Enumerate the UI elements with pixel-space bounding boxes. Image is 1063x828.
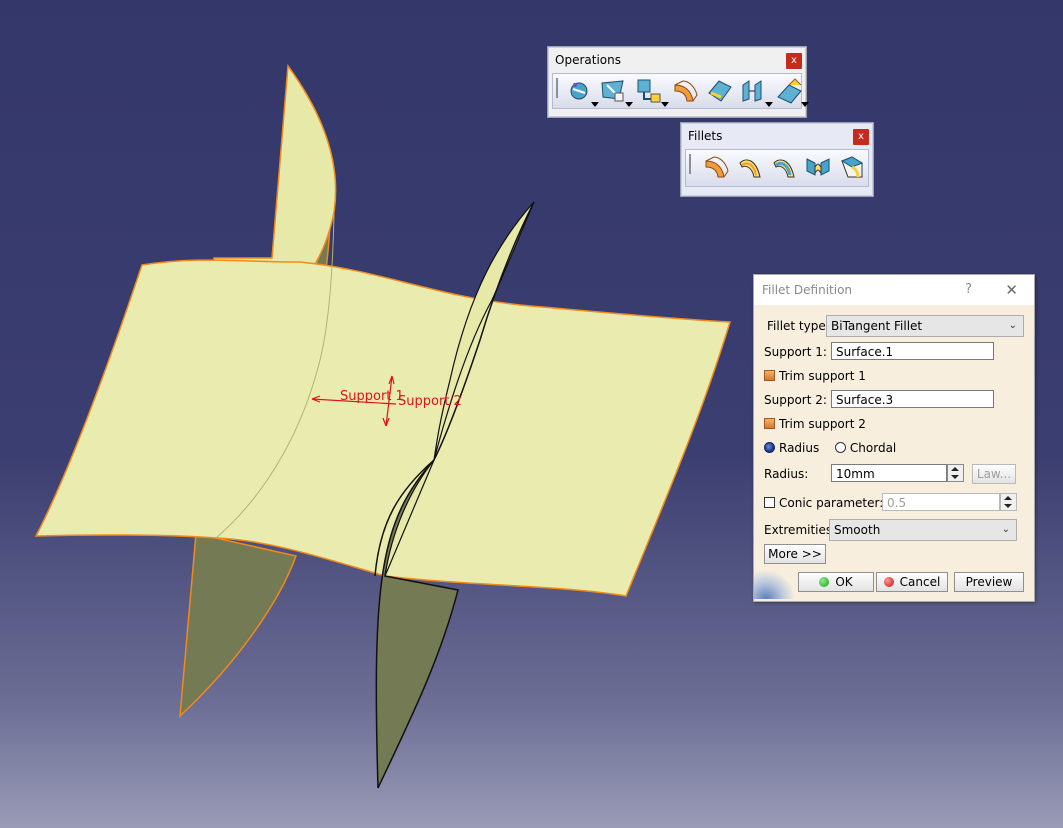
- join-healing-icon[interactable]: [565, 77, 599, 107]
- face-face-fillet-icon[interactable]: [804, 153, 832, 181]
- surface-1[interactable]: [34, 259, 731, 597]
- fillet-type-label: Fillet type:: [767, 319, 830, 333]
- checkbox-checked-icon[interactable]: [764, 418, 775, 429]
- cancel-button[interactable]: Cancel: [876, 572, 948, 592]
- support1-label: Support 1:: [764, 345, 827, 359]
- trim-support1-checkbox[interactable]: Trim support 1: [764, 369, 866, 383]
- radius-radio[interactable]: [764, 442, 775, 453]
- extract-icon[interactable]: [635, 77, 669, 107]
- conic-label: Conic parameter:: [779, 496, 884, 510]
- ok-label: OK: [835, 575, 853, 589]
- translate-icon[interactable]: [739, 77, 773, 107]
- support-1-label: Support 1: [340, 389, 404, 404]
- dialog-logo: [754, 569, 794, 599]
- dialog-title: Fillet Definition: [762, 283, 853, 297]
- operations-toolbar-body: [552, 73, 809, 109]
- radius-stepper[interactable]: [947, 464, 964, 482]
- help-button[interactable]: ?: [965, 275, 972, 305]
- checkbox-checked-icon[interactable]: [764, 370, 775, 381]
- close-icon[interactable]: ✕: [1005, 275, 1018, 305]
- fillet-type-select[interactable]: BiTangent Fillet ⌄: [826, 315, 1024, 337]
- support2-label: Support 2:: [764, 393, 827, 407]
- cancel-label: Cancel: [899, 575, 941, 589]
- cancel-icon: [883, 577, 894, 587]
- conic-checkbox[interactable]: Conic parameter:: [764, 496, 883, 510]
- radius-label: Radius:: [764, 467, 809, 481]
- chordal-radio[interactable]: [834, 442, 846, 453]
- edge-fillet-icon[interactable]: [705, 77, 733, 105]
- operations-title-text: Operations: [555, 53, 621, 67]
- radius-option-label[interactable]: Radius: [779, 441, 819, 455]
- extrapolate-icon[interactable]: [775, 77, 809, 107]
- shape-fillet-icon[interactable]: [702, 153, 730, 181]
- conic-field[interactable]: 0.5: [882, 493, 1000, 511]
- radius-chordal-options: Radius Chordal: [764, 441, 896, 455]
- trim-support1-label: Trim support 1: [779, 369, 866, 383]
- ok-button[interactable]: OK: [798, 572, 874, 592]
- extremities-value: Smooth: [834, 523, 881, 537]
- fillet-definition-dialog[interactable]: Fillet Definition ? ✕ Fillet type: BiTan…: [753, 274, 1035, 602]
- operations-close-button[interactable]: x: [786, 53, 802, 69]
- fillets-toolbar-title[interactable]: Fillets x: [681, 123, 873, 149]
- trim-support2-checkbox[interactable]: Trim support 2: [764, 417, 866, 431]
- checkbox-unchecked-icon[interactable]: [764, 497, 775, 508]
- fillets-title-text: Fillets: [688, 129, 723, 143]
- law-button[interactable]: Law...: [972, 464, 1016, 484]
- extremities-label: Extremities:: [764, 523, 837, 537]
- preview-button[interactable]: Preview: [954, 572, 1024, 592]
- chevron-down-icon: ⌄: [1001, 524, 1010, 535]
- fillets-toolbar[interactable]: Fillets x: [680, 122, 874, 197]
- fillet-type-value: BiTangent Fillet: [831, 319, 923, 333]
- tritangent-fillet-icon[interactable]: [838, 153, 866, 181]
- dialog-title-bar[interactable]: Fillet Definition ? ✕: [754, 275, 1034, 305]
- support1-field[interactable]: Surface.1: [831, 342, 994, 360]
- radius-field[interactable]: 10mm: [831, 464, 947, 482]
- chevron-down-icon: ⌄: [1008, 320, 1017, 331]
- chordal-option-label[interactable]: Chordal: [850, 441, 896, 455]
- toolbar-grip[interactable]: [689, 154, 691, 174]
- operations-toolbar-title[interactable]: Operations x: [548, 47, 806, 73]
- shape-fillet-icon[interactable]: [671, 77, 699, 105]
- trim-support2-label: Trim support 2: [779, 417, 866, 431]
- conic-stepper[interactable]: [1000, 493, 1017, 511]
- support-2-label: Support 2: [398, 394, 462, 409]
- split-trim-icon[interactable]: [599, 77, 633, 107]
- operations-toolbar[interactable]: Operations x: [547, 46, 809, 118]
- toolbar-grip[interactable]: [556, 78, 558, 98]
- ok-icon: [819, 577, 830, 587]
- more-button[interactable]: More >>: [764, 544, 826, 564]
- extremities-select[interactable]: Smooth ⌄: [829, 519, 1017, 541]
- edge-fillet-icon[interactable]: [736, 153, 764, 181]
- support2-field[interactable]: Surface.3: [831, 390, 994, 408]
- fillets-toolbar-body: [685, 149, 869, 187]
- fillets-close-button[interactable]: x: [853, 129, 869, 145]
- variable-fillet-icon[interactable]: [770, 153, 798, 181]
